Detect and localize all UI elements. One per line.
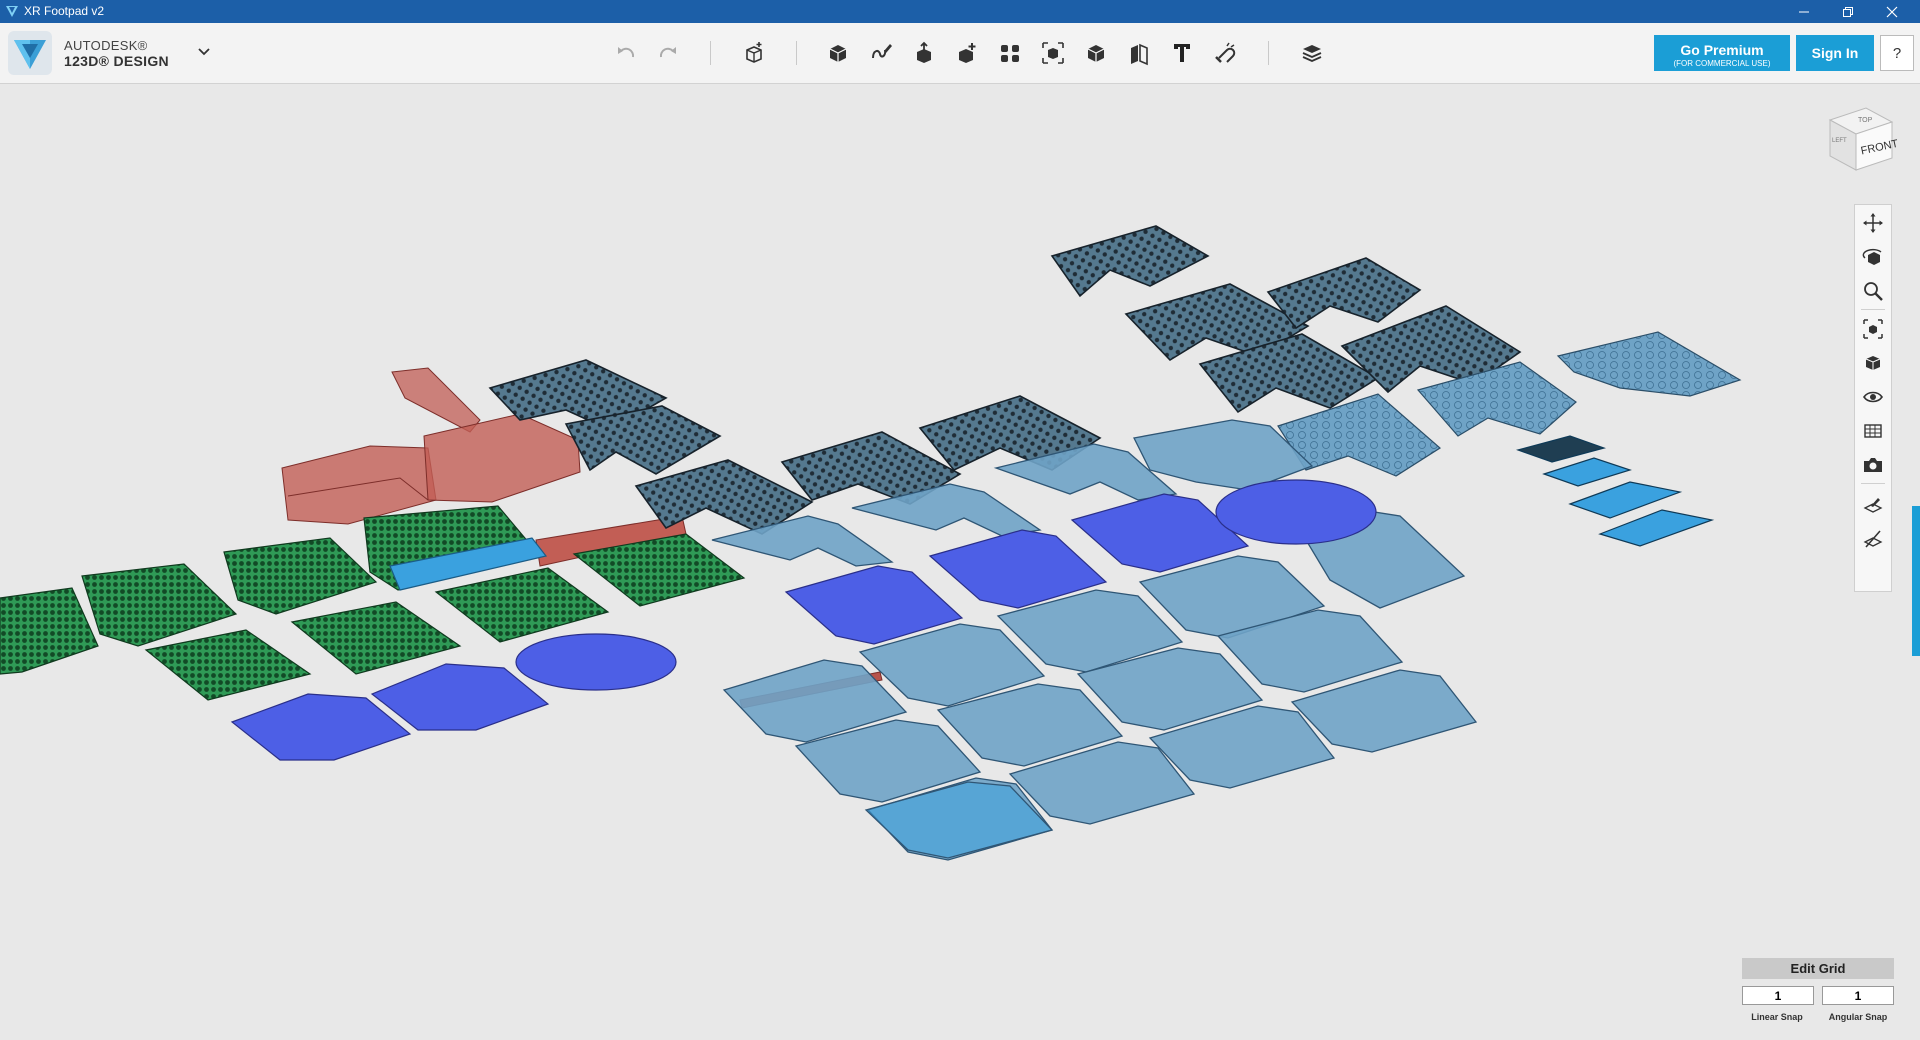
close-icon bbox=[1886, 6, 1898, 17]
navigation-bar bbox=[1854, 204, 1892, 592]
side-panel-handle[interactable] bbox=[1912, 506, 1920, 656]
toolbar-divider bbox=[796, 41, 797, 65]
view-mode-button[interactable] bbox=[1859, 349, 1887, 377]
angular-snap-input[interactable] bbox=[1822, 986, 1894, 1005]
help-button[interactable]: ? bbox=[1880, 35, 1914, 71]
navbar-divider bbox=[1861, 483, 1885, 484]
sketch-button[interactable] bbox=[865, 37, 897, 69]
measure-button[interactable] bbox=[1123, 37, 1155, 69]
text-icon bbox=[1174, 44, 1190, 62]
group-button[interactable] bbox=[1037, 37, 1069, 69]
orbit-icon bbox=[1862, 248, 1882, 265]
navbar-divider bbox=[1861, 309, 1885, 310]
hide-grid-icon bbox=[1863, 530, 1883, 548]
app-logo[interactable] bbox=[8, 31, 52, 75]
snap-button[interactable] bbox=[1209, 37, 1241, 69]
go-premium-button[interactable]: Go Premium (FOR COMMERCIAL USE) bbox=[1654, 35, 1790, 71]
transform-button[interactable] bbox=[738, 37, 770, 69]
fit-icon bbox=[1863, 319, 1883, 339]
modify-icon bbox=[959, 43, 976, 63]
material-icon bbox=[1302, 45, 1322, 62]
material-button[interactable] bbox=[1296, 37, 1328, 69]
redo-icon bbox=[659, 47, 676, 58]
toolbar-divider bbox=[1268, 41, 1269, 65]
orbit-button[interactable] bbox=[1859, 243, 1887, 271]
app-icon bbox=[6, 6, 18, 17]
premium-label: Go Premium bbox=[1680, 41, 1764, 58]
construct-icon bbox=[917, 41, 931, 63]
pan-button[interactable] bbox=[1859, 209, 1887, 237]
zoom-icon bbox=[1864, 282, 1883, 301]
window-title: XR Footpad v2 bbox=[24, 4, 105, 18]
close-button[interactable] bbox=[1870, 0, 1914, 23]
main-toolbar: AUTODESK® 123D® DESIGN Go Premium (FOR C… bbox=[0, 23, 1920, 84]
materials-outlines-button[interactable] bbox=[1859, 417, 1887, 445]
combine-button[interactable] bbox=[1080, 37, 1112, 69]
angular-snap-label: Angular Snap bbox=[1828, 1012, 1888, 1022]
edit-grid-button[interactable]: Edit Grid bbox=[1742, 958, 1894, 979]
title-bar: XR Footpad v2 bbox=[0, 0, 1920, 23]
screenshot-button[interactable] bbox=[1859, 451, 1887, 479]
text-button[interactable] bbox=[1166, 37, 1198, 69]
toolbar-divider bbox=[710, 41, 711, 65]
view-mode-icon bbox=[1865, 356, 1881, 370]
view-cube-left[interactable]: LEFT bbox=[1832, 138, 1847, 144]
mesh-parts[interactable] bbox=[488, 225, 1522, 535]
scene-model[interactable] bbox=[0, 84, 1920, 1040]
primitives-icon bbox=[829, 45, 847, 62]
visibility-icon bbox=[1863, 391, 1883, 403]
fit-button[interactable] bbox=[1859, 315, 1887, 343]
snap-grid-icon bbox=[1863, 498, 1883, 513]
minimize-icon bbox=[1799, 11, 1809, 12]
grid-panel: Edit Grid Linear Snap Angular Snap bbox=[1740, 958, 1896, 1028]
measure-icon bbox=[1131, 43, 1148, 66]
view-cube-top[interactable]: TOP bbox=[1858, 117, 1873, 124]
undo-button[interactable] bbox=[610, 37, 642, 69]
view-cube[interactable]: TOP LEFT FRONT bbox=[1818, 100, 1898, 180]
brand-autodesk: AUTODESK® bbox=[64, 38, 148, 53]
chevron-down-icon[interactable] bbox=[196, 43, 212, 59]
brand-product: 123D® DESIGN bbox=[64, 53, 169, 69]
combine-icon bbox=[1087, 45, 1105, 62]
sketch-icon bbox=[872, 44, 892, 59]
zoom-button[interactable] bbox=[1859, 277, 1887, 305]
violet-pads-left[interactable] bbox=[230, 633, 677, 761]
transform-icon bbox=[746, 42, 762, 63]
pattern-icon bbox=[1001, 45, 1019, 62]
undo-icon bbox=[618, 47, 635, 58]
pattern-button[interactable] bbox=[994, 37, 1026, 69]
linear-snap-label: Linear Snap bbox=[1751, 1012, 1803, 1022]
pan-icon bbox=[1863, 213, 1883, 233]
sign-in-button[interactable]: Sign In bbox=[1796, 35, 1874, 71]
primitives-button[interactable] bbox=[822, 37, 854, 69]
visibility-button[interactable] bbox=[1859, 383, 1887, 411]
materials-outlines-icon bbox=[1864, 424, 1882, 438]
group-icon bbox=[1042, 42, 1064, 64]
restore-icon bbox=[1843, 6, 1853, 17]
screenshot-icon bbox=[1864, 458, 1882, 472]
modify-button[interactable] bbox=[951, 37, 983, 69]
snap-icon bbox=[1215, 42, 1236, 63]
minimize-button[interactable] bbox=[1782, 0, 1826, 23]
small-fin-parts[interactable] bbox=[1515, 435, 1715, 547]
redo-button[interactable] bbox=[652, 37, 684, 69]
canvas-viewport[interactable]: TOP LEFT FRONT bbox=[0, 84, 1920, 1040]
construct-button[interactable] bbox=[908, 37, 940, 69]
hide-grid-button[interactable] bbox=[1859, 525, 1887, 553]
premium-sublabel: (FOR COMMERCIAL USE) bbox=[1673, 58, 1771, 68]
linear-snap-input[interactable] bbox=[1742, 986, 1814, 1005]
restore-button[interactable] bbox=[1826, 0, 1870, 23]
snap-grid-button[interactable] bbox=[1859, 491, 1887, 519]
